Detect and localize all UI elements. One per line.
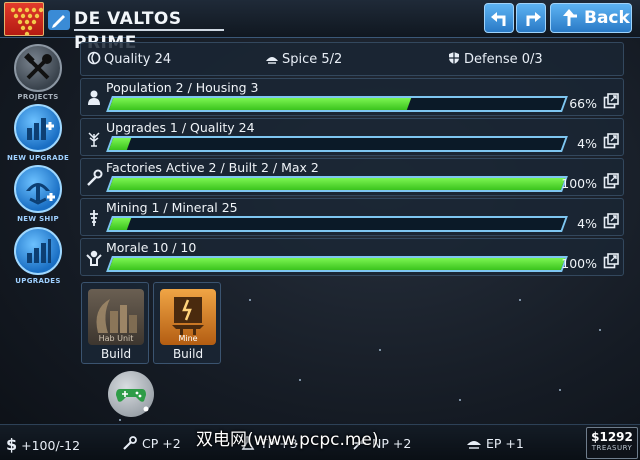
upgrades-open-link-icon[interactable] bbox=[603, 133, 619, 149]
factories-row: Factories Active 2 / Built 2 / Max 2 100… bbox=[80, 158, 624, 196]
morale-label: Morale 10 / 10 bbox=[106, 240, 197, 255]
undo-button[interactable] bbox=[484, 3, 514, 33]
mining-open-link-icon[interactable] bbox=[603, 213, 619, 229]
treasury-amount: $1292 bbox=[591, 430, 633, 444]
hab-unit-thumbnail: Hab Unit bbox=[88, 289, 144, 345]
hab-unit-caption: Hab Unit bbox=[98, 334, 134, 343]
redo-arrow-icon bbox=[526, 12, 541, 26]
ep-leaf-icon bbox=[467, 441, 481, 449]
factories-progress-bar bbox=[106, 176, 568, 192]
spice-stat: Spice 5/2 bbox=[265, 51, 342, 67]
tools-icon bbox=[24, 53, 52, 80]
upgrades-row-label: Upgrades 1 / Quality 24 bbox=[106, 120, 255, 135]
quality-text: Quality 24 bbox=[104, 52, 172, 67]
ep-income: EP +1 bbox=[466, 435, 524, 451]
mining-label: Mining 1 / Mineral 25 bbox=[106, 200, 238, 215]
new-ship-label: NEW SHIP bbox=[17, 215, 59, 223]
upgrades-row: Upgrades 1 / Quality 24 4% bbox=[80, 118, 624, 156]
ship-plus-icon bbox=[26, 183, 55, 205]
ep-income-text: EP +1 bbox=[486, 436, 524, 451]
mine-build-label: Build bbox=[172, 347, 204, 361]
site-watermark: 双电网(www.pcpc.me) bbox=[196, 430, 379, 450]
new-ship-button[interactable] bbox=[14, 165, 62, 213]
top-bar: DE VALTOS PRIME Back bbox=[0, 0, 640, 53]
credits-dollar-icon: $ bbox=[6, 435, 18, 454]
empire-flag-icon bbox=[4, 2, 44, 36]
morale-icon bbox=[86, 250, 102, 266]
factories-open-link-icon[interactable] bbox=[603, 173, 619, 189]
upgrades-button[interactable] bbox=[14, 227, 62, 275]
upgrades-icon bbox=[27, 239, 51, 263]
cp-income-text: CP +2 bbox=[142, 436, 181, 451]
credits-income-text: +100/-12 bbox=[21, 438, 81, 453]
cp-wrench-icon bbox=[123, 436, 137, 450]
treasury-button[interactable]: $1292 TREASURY bbox=[586, 427, 638, 459]
undo-arrow-icon bbox=[491, 12, 506, 26]
population-label: Population 2 / Housing 3 bbox=[106, 80, 259, 95]
gamepad-icon bbox=[116, 389, 149, 412]
mine-caption: Mine bbox=[178, 334, 198, 343]
mine-thumbnail: Mine bbox=[160, 289, 216, 345]
upgrade-plus-icon bbox=[27, 118, 54, 140]
projects-button[interactable] bbox=[14, 44, 62, 92]
upgrades-progress-bar bbox=[106, 136, 568, 152]
hab-unit-build-label: Build bbox=[100, 347, 132, 361]
new-upgrade-label: NEW UPGRADE bbox=[6, 154, 70, 162]
planet-stats-row: Quality 24 Spice 5/2 Defense 0/3 bbox=[80, 42, 624, 76]
build-mine-card[interactable]: Mine Build bbox=[153, 282, 221, 364]
upgrades-percent: 4% bbox=[577, 136, 597, 151]
back-arrow-icon bbox=[563, 9, 577, 26]
population-open-link-icon[interactable] bbox=[603, 93, 619, 109]
mining-percent: 4% bbox=[577, 216, 597, 231]
defense-stat: Defense 0/3 bbox=[447, 51, 543, 67]
projects-label: PROJECTS bbox=[17, 93, 59, 101]
treasury-label: TREASURY bbox=[591, 444, 633, 452]
mining-progress-bar bbox=[106, 216, 568, 232]
morale-row: Morale 10 / 10 100% bbox=[80, 238, 624, 276]
mining-row: Mining 1 / Mineral 25 4% bbox=[80, 198, 624, 236]
spice-text: Spice 5/2 bbox=[282, 52, 343, 67]
wrench-icon bbox=[87, 169, 103, 186]
factories-label: Factories Active 2 / Built 2 / Max 2 bbox=[106, 160, 319, 175]
factories-percent: 100% bbox=[561, 176, 597, 191]
quality-swirl-icon bbox=[87, 51, 101, 65]
planet-name-title: DE VALTOS PRIME bbox=[74, 7, 224, 53]
back-button-label: Back bbox=[584, 8, 630, 28]
back-button[interactable]: Back bbox=[550, 3, 632, 33]
shield-icon bbox=[449, 52, 459, 64]
population-row: Population 2 / Housing 3 66% bbox=[80, 78, 624, 116]
rename-edit-button[interactable] bbox=[48, 10, 70, 30]
upgrades-label: UPGRADES bbox=[15, 277, 61, 285]
population-progress-bar bbox=[106, 96, 568, 112]
redo-button[interactable] bbox=[516, 3, 546, 33]
morale-open-link-icon[interactable] bbox=[603, 253, 619, 269]
defense-text: Defense 0/3 bbox=[464, 52, 543, 67]
spice-leaf-icon bbox=[266, 57, 278, 64]
quality-stat: Quality 24 bbox=[87, 51, 171, 67]
credits-income: $ +100/-12 bbox=[6, 435, 80, 454]
morale-percent: 100% bbox=[561, 256, 597, 271]
morale-progress-bar bbox=[106, 256, 568, 272]
cp-income: CP +2 bbox=[122, 435, 181, 451]
tree-icon bbox=[88, 132, 100, 147]
new-upgrade-button[interactable] bbox=[14, 104, 62, 152]
gamepad-overlay-button[interactable] bbox=[108, 371, 154, 417]
population-percent: 66% bbox=[569, 96, 597, 111]
build-hab-unit-card[interactable]: Hab Unit Build bbox=[81, 282, 149, 364]
pencil-icon bbox=[52, 15, 65, 28]
population-icon bbox=[88, 90, 100, 105]
drill-icon bbox=[90, 210, 98, 226]
